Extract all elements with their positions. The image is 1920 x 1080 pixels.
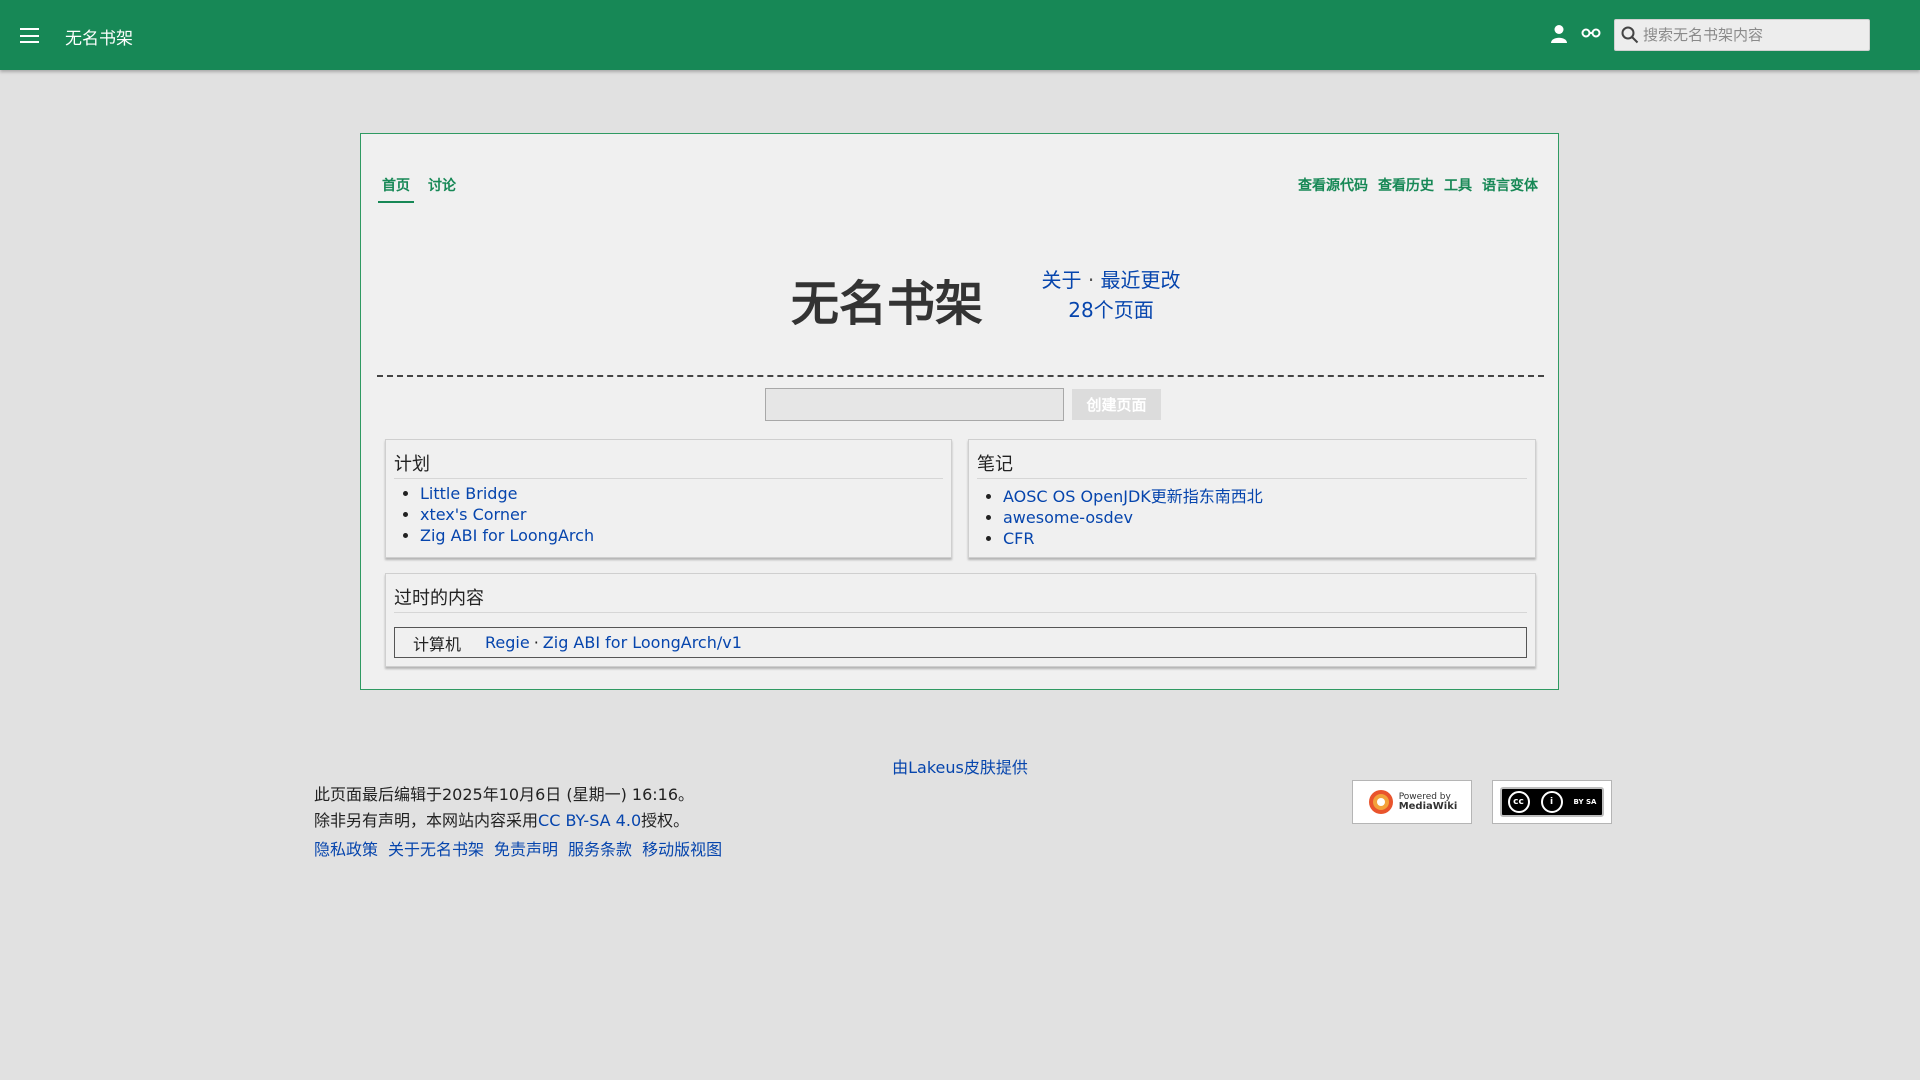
tab-language-variant[interactable]: 语言变体 [1482, 175, 1538, 195]
about-link[interactable]: 关于 [1041, 268, 1081, 292]
cc-license-icon: cc i BY SA [1500, 787, 1604, 817]
plan-link-xtex-corner[interactable]: xtex's Corner [420, 505, 526, 524]
notes-list: AOSC OS OpenJDK更新指东南西北 awesome-osdev CFR [969, 486, 1535, 549]
search-input[interactable] [1643, 20, 1863, 50]
notes-link-aosc-openjdk[interactable]: AOSC OS OpenJDK更新指东南西北 [1003, 487, 1263, 506]
separator-dot: · [533, 633, 539, 652]
panel-notes-heading: 笔记 [977, 440, 1527, 479]
search-box[interactable] [1614, 19, 1870, 51]
navbox-group-label: 计算机 [413, 634, 462, 654]
footer-link-terms[interactable]: 服务条款 [568, 836, 632, 860]
tab-discussion[interactable]: 讨论 [424, 175, 460, 203]
list-item: CFR [1003, 528, 1535, 549]
search-icon [1621, 26, 1639, 44]
panel-outdated-heading: 过时的内容 [394, 574, 1527, 613]
list-item: AOSC OS OpenJDK更新指东南西北 [1003, 486, 1535, 507]
menu-icon[interactable] [20, 28, 39, 43]
dashed-divider [377, 375, 1544, 377]
panel-plan: 计划 Little Bridge xtex's Corner Zig ABI f… [385, 439, 952, 558]
footer-link-mobile-view[interactable]: 移动版视图 [642, 836, 722, 860]
content-area: 首页 讨论 查看源代码 查看历史 工具 语言变体 无名书架 关于 · 最近更改 … [360, 133, 1559, 690]
license-suffix: 授权。 [641, 811, 690, 830]
tab-main-page[interactable]: 首页 [378, 175, 414, 203]
mediawiki-badge-line2: MediaWiki [1398, 801, 1458, 812]
separator-dot: · [1087, 268, 1095, 292]
list-item: awesome-osdev [1003, 507, 1535, 528]
outdated-link-zig-abi-v1[interactable]: Zig ABI for LoongArch/v1 [543, 633, 742, 652]
list-item: Zig ABI for LoongArch [420, 525, 951, 546]
cc-circle-icon: cc [1507, 791, 1530, 813]
license-prefix: 除非另有声明，本网站内容采用 [314, 811, 539, 830]
plan-list: Little Bridge xtex's Corner Zig ABI for … [386, 483, 951, 546]
list-item: Little Bridge [420, 483, 951, 504]
cc-by-sa-badge[interactable]: cc i BY SA [1492, 780, 1612, 824]
footer-info: 此页面最后编辑于2025年10月6日 (星期一) 16:16。 除非另有声明，本… [314, 782, 694, 834]
plan-link-little-bridge[interactable]: Little Bridge [420, 484, 517, 503]
panel-outdated: 过时的内容 计算机 Regie · Zig ABI for LoongArch/v1 [385, 573, 1536, 667]
tab-view-source[interactable]: 查看源代码 [1298, 175, 1368, 195]
outdated-link-regie[interactable]: Regie [485, 633, 530, 652]
panel-notes: 笔记 AOSC OS OpenJDK更新指东南西北 awesome-osdev … [968, 439, 1536, 558]
tab-view-history[interactable]: 查看历史 [1378, 175, 1434, 195]
tab-tools[interactable]: 工具 [1444, 175, 1472, 195]
top-header: 无名书架 [0, 0, 1920, 70]
page-title: 无名书架 [791, 276, 984, 332]
notes-link-cfr[interactable]: CFR [1003, 529, 1035, 548]
cc-by-icon: i [1540, 791, 1563, 813]
create-page-button[interactable]: 创建页面 [1072, 389, 1161, 420]
create-page-input[interactable] [765, 388, 1064, 421]
page-count-link[interactable]: 28个页面 [1068, 298, 1153, 322]
footer-link-disclaimer[interactable]: 免责声明 [494, 836, 558, 860]
user-icon[interactable] [1550, 24, 1568, 44]
footer-link-privacy[interactable]: 隐私政策 [314, 836, 378, 860]
page-tabs: 首页 讨论 [378, 175, 460, 203]
site-name-link[interactable]: 无名书架 [65, 24, 133, 49]
last-edited-text: 此页面最后编辑于2025年10月6日 (星期一) 16:16。 [314, 785, 695, 804]
mediawiki-badge-text: Powered by MediaWiki [1399, 792, 1458, 812]
notes-link-awesome-osdev[interactable]: awesome-osdev [1003, 508, 1133, 527]
footer-link-about[interactable]: 关于无名书架 [388, 836, 484, 860]
glasses-icon[interactable] [1581, 27, 1601, 39]
powered-by-mediawiki-badge[interactable]: Powered by MediaWiki [1352, 780, 1472, 824]
license-text: 除非另有声明，本网站内容采用CC BY-SA 4.0授权。 [314, 808, 694, 834]
mediawiki-flower-icon [1368, 790, 1393, 814]
navbox-links: Regie · Zig ABI for LoongArch/v1 [483, 633, 742, 652]
recent-changes-link[interactable]: 最近更改 [1101, 268, 1181, 292]
plan-link-zig-abi[interactable]: Zig ABI for LoongArch [420, 526, 594, 545]
panel-plan-heading: 计划 [394, 440, 943, 479]
list-item: xtex's Corner [420, 504, 951, 525]
cc-license-label: BY SA [1573, 798, 1597, 806]
page-actions: 查看源代码 查看历史 工具 语言变体 [1298, 175, 1538, 195]
license-link[interactable]: CC BY-SA 4.0 [538, 811, 641, 830]
title-links: 关于 · 最近更改 28个页面 [1001, 265, 1221, 325]
skin-credit-link[interactable]: 由Lakeus皮肤提供 [0, 754, 1920, 778]
outdated-navbox: 计算机 Regie · Zig ABI for LoongArch/v1 [394, 627, 1527, 658]
footer-links: 隐私政策 关于无名书架 免责声明 服务条款 移动版视图 [314, 836, 722, 860]
